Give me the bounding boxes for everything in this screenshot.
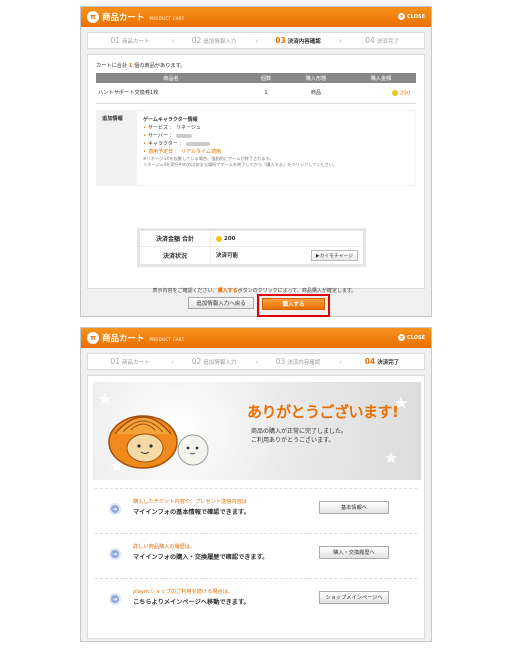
list-item: ➔ playncショップのご利用を続ける場合は、 こちらよりメインページへ移動で… — [95, 578, 417, 620]
step-indicator: 01 商品カート › 02 追加情報入力 › 03 決済内容確認 › 04 決済完了 — [87, 32, 425, 49]
cart-logo-icon: π — [87, 332, 99, 344]
purchase-history-button[interactable]: 購入・交換履歴へ — [319, 546, 389, 559]
extra-info-label: 追加情報 — [102, 116, 123, 122]
arrow-pin-icon: ➔ — [109, 503, 121, 515]
thanks-heading: ありがとうございます! — [247, 403, 399, 421]
extra-info-box: 追加情報 ゲームキャラクター情報 • サービス ： リネージュ • サーバー ： •… — [96, 110, 416, 186]
close-label: CLOSE — [407, 13, 425, 20]
list-item: ➔ 詳しい商品購入の履歴は、 マイインフォの購入・交換履歴で確認できます。 購入… — [95, 533, 417, 575]
step-2: 02 追加情報入力 › — [191, 36, 258, 45]
items-table: 商品名 個数 購入形態 購入金額 ハントサポート交換券1枚 1 商品 200 — [96, 73, 416, 104]
back-to-extra-info-button[interactable]: 追加情報入力へ戻る — [188, 297, 254, 309]
coin-icon — [392, 89, 399, 96]
step-1: 01 商品カート › — [110, 357, 174, 366]
col-form: 購入形態 — [286, 73, 346, 83]
step-3: 03 決済内容確認 › — [275, 357, 342, 366]
confirm-notice: 表示内容をご確認ください。購入するボタンのクリックによって、商品購入が確定します… — [152, 288, 357, 294]
thanks-message: 商品の購入が正常に完了しました。 ご利用ありがとうございます。 — [251, 428, 348, 444]
list-item: ➔ 購入したチケット内容や、プレゼント送信内容は マイインフォの基本情報で確認で… — [95, 488, 417, 530]
close-button[interactable]: × CLOSE — [398, 334, 425, 341]
col-qty: 個数 — [246, 73, 286, 83]
close-icon: × — [398, 13, 406, 20]
step-3-active: 03 決済内容確認 › — [275, 36, 342, 45]
window-subtitle: PRODUCT CART — [149, 16, 185, 21]
title-bar: π 商品カート PRODUCT CART × CLOSE — [81, 328, 431, 348]
step-4: 04 決済完了 — [365, 36, 399, 45]
arrow-pin-icon: ➔ — [109, 548, 121, 560]
buy-button[interactable]: 購入する — [262, 298, 325, 310]
step-indicator: 01 商品カート › 02 追加情報入力 › 03 決済内容確認 › 04 決済完了 — [87, 353, 425, 370]
cart-window-complete: π 商品カート PRODUCT CART × CLOSE 01 商品カート › 02… — [80, 327, 432, 642]
close-icon: × — [398, 334, 406, 341]
shop-main-button[interactable]: ショップメインページへ — [319, 591, 389, 604]
kaimo-charge-button[interactable]: ▶カイモチャージ — [310, 249, 358, 261]
extra-info-body: ゲームキャラクター情報 • サービス ： リネージュ • サーバー ： • キャラクタ… — [137, 111, 415, 185]
arrow-pin-icon: ➔ — [109, 593, 121, 605]
close-button[interactable]: × CLOSE — [398, 13, 425, 20]
step-4-active: 04 決済完了 — [364, 357, 400, 366]
step-1: 01 商品カート › — [110, 36, 174, 45]
cart-count-text: カートに合計 1 個の商品があります。 — [96, 63, 186, 69]
window-title: 商品カート — [102, 334, 145, 344]
step-2: 02 追加情報入力 › — [191, 357, 258, 366]
window-title: 商品カート — [102, 13, 145, 23]
close-label: CLOSE — [407, 334, 425, 341]
masked-value — [185, 141, 210, 146]
basic-info-button[interactable]: 基本情報へ — [319, 501, 389, 514]
col-name: 商品名 — [96, 73, 246, 83]
col-price: 購入金額 — [346, 73, 416, 83]
table-row: ハントサポート交換券1枚 1 商品 200 — [96, 83, 416, 104]
thanks-hero: ありがとうございます! 商品の購入が正常に完了しました。 ご利用ありがとうござい… — [93, 382, 421, 480]
payment-summary: 決済金額 合計 200 決済状況 決済可能 ▶カイモチャージ — [137, 228, 366, 267]
window-subtitle: PRODUCT CART — [149, 337, 185, 342]
cart-logo-icon: π — [87, 11, 99, 23]
title-bar: π 商品カート PRODUCT CART × CLOSE — [81, 7, 431, 27]
coin-icon — [216, 235, 222, 242]
masked-value — [176, 133, 193, 138]
